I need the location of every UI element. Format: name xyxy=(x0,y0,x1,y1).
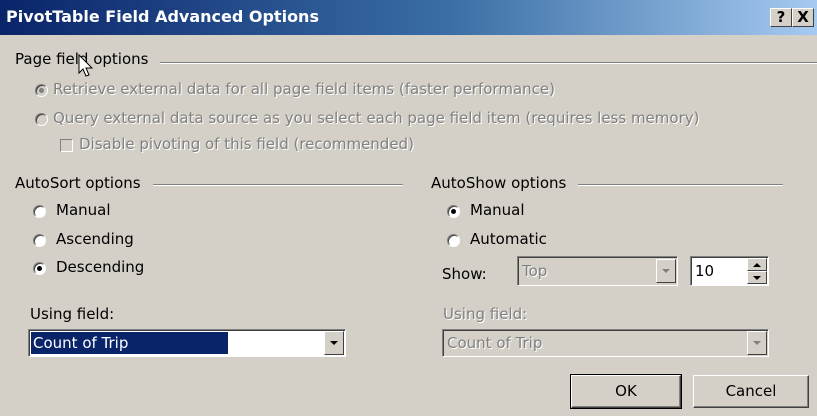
autoshow-automatic-radio[interactable] xyxy=(447,234,460,247)
autoshow-using-field-label: Using field: xyxy=(443,305,528,323)
show-count-value: 10 xyxy=(695,262,715,280)
autosort-options-divider xyxy=(153,184,403,186)
spinner-up-button[interactable] xyxy=(747,258,767,271)
query-external-source-label: Query external data source as you select… xyxy=(53,109,700,127)
disable-pivoting-label: Disable pivoting of this field (recommen… xyxy=(79,135,414,153)
autoshow-options-label: AutoShow options xyxy=(431,174,567,192)
autosort-ascending-label: Ascending xyxy=(56,230,134,248)
radio-dot xyxy=(451,209,456,214)
radio-dot xyxy=(37,266,42,271)
autosort-using-field-value: Count of Trip xyxy=(31,332,229,354)
autosort-using-field-dropdown[interactable]: Count of Trip xyxy=(28,329,346,357)
autoshow-manual-label: Manual xyxy=(470,201,525,219)
autoshow-using-field-value: Count of Trip xyxy=(447,334,543,352)
disable-pivoting-checkbox[interactable] xyxy=(60,139,73,152)
autosort-dropdown-arrow-button[interactable] xyxy=(324,331,344,355)
cancel-button[interactable]: Cancel xyxy=(693,375,809,408)
query-external-source-radio[interactable] xyxy=(35,113,48,126)
spinner-down-button[interactable] xyxy=(747,271,767,284)
autoshow-using-field-dropdown[interactable]: Count of Trip xyxy=(442,329,769,357)
autoshow-automatic-label: Automatic xyxy=(470,230,547,248)
autosort-manual-radio[interactable] xyxy=(33,205,46,218)
chevron-up-icon xyxy=(753,262,761,267)
show-label: Show: xyxy=(442,265,487,283)
retrieve-external-data-radio[interactable] xyxy=(35,84,48,97)
page-field-options-divider xyxy=(160,62,817,64)
title-bar: PivotTable Field Advanced Options ? X xyxy=(0,0,817,35)
ok-button[interactable]: OK xyxy=(570,374,682,409)
close-button[interactable]: X xyxy=(792,8,814,27)
retrieve-external-data-label: Retrieve external data for all page fiel… xyxy=(53,80,555,98)
show-count-spinner[interactable]: 10 xyxy=(690,256,769,286)
chevron-down-icon xyxy=(753,275,761,280)
show-dropdown-arrow-button[interactable] xyxy=(656,259,676,283)
autosort-manual-label: Manual xyxy=(56,201,111,219)
show-top-value: Top xyxy=(522,262,548,280)
chevron-down-icon xyxy=(753,341,761,345)
chevron-down-icon xyxy=(330,341,338,345)
window-title: PivotTable Field Advanced Options xyxy=(6,7,319,26)
autosort-using-field-label: Using field: xyxy=(30,305,115,323)
chevron-down-icon xyxy=(662,269,670,273)
mouse-cursor-icon xyxy=(78,54,94,77)
autosort-ascending-radio[interactable] xyxy=(33,234,46,247)
autosort-descending-radio[interactable] xyxy=(33,262,46,275)
show-top-dropdown[interactable]: Top xyxy=(517,256,678,286)
autoshow-dropdown-arrow-button[interactable] xyxy=(747,331,767,355)
autoshow-manual-radio[interactable] xyxy=(447,205,460,218)
autosort-options-label: AutoSort options xyxy=(15,174,141,192)
help-button[interactable]: ? xyxy=(770,8,792,27)
autoshow-options-divider xyxy=(578,184,783,186)
radio-dot xyxy=(39,88,44,93)
autosort-descending-label: Descending xyxy=(56,258,145,276)
